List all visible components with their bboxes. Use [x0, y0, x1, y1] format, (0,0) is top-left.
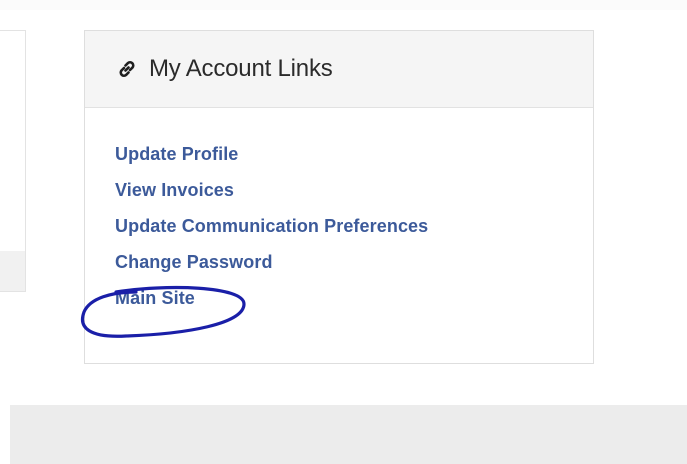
- left-panel-shade: [0, 251, 25, 291]
- footer-bar: [10, 405, 687, 464]
- account-links-card: My Account Links Update Profile View Inv…: [84, 30, 594, 364]
- top-strip: [0, 0, 687, 10]
- update-profile-link[interactable]: Update Profile: [115, 144, 238, 164]
- account-links-list: Update Profile View Invoices Update Comm…: [85, 108, 593, 316]
- card-title: My Account Links: [149, 55, 333, 82]
- list-item: Change Password: [115, 244, 593, 280]
- left-panel-edge: [0, 30, 26, 292]
- list-item: Main Site: [115, 280, 593, 316]
- change-password-link[interactable]: Change Password: [115, 252, 273, 272]
- main-site-link[interactable]: Main Site: [115, 288, 195, 308]
- list-item: Update Communication Preferences: [115, 208, 593, 244]
- list-item: View Invoices: [115, 172, 593, 208]
- card-header: My Account Links: [85, 31, 593, 108]
- list-item: Update Profile: [115, 136, 593, 172]
- view-invoices-link[interactable]: View Invoices: [115, 180, 234, 200]
- link-icon: [115, 57, 139, 81]
- update-communication-preferences-link[interactable]: Update Communication Preferences: [115, 216, 428, 236]
